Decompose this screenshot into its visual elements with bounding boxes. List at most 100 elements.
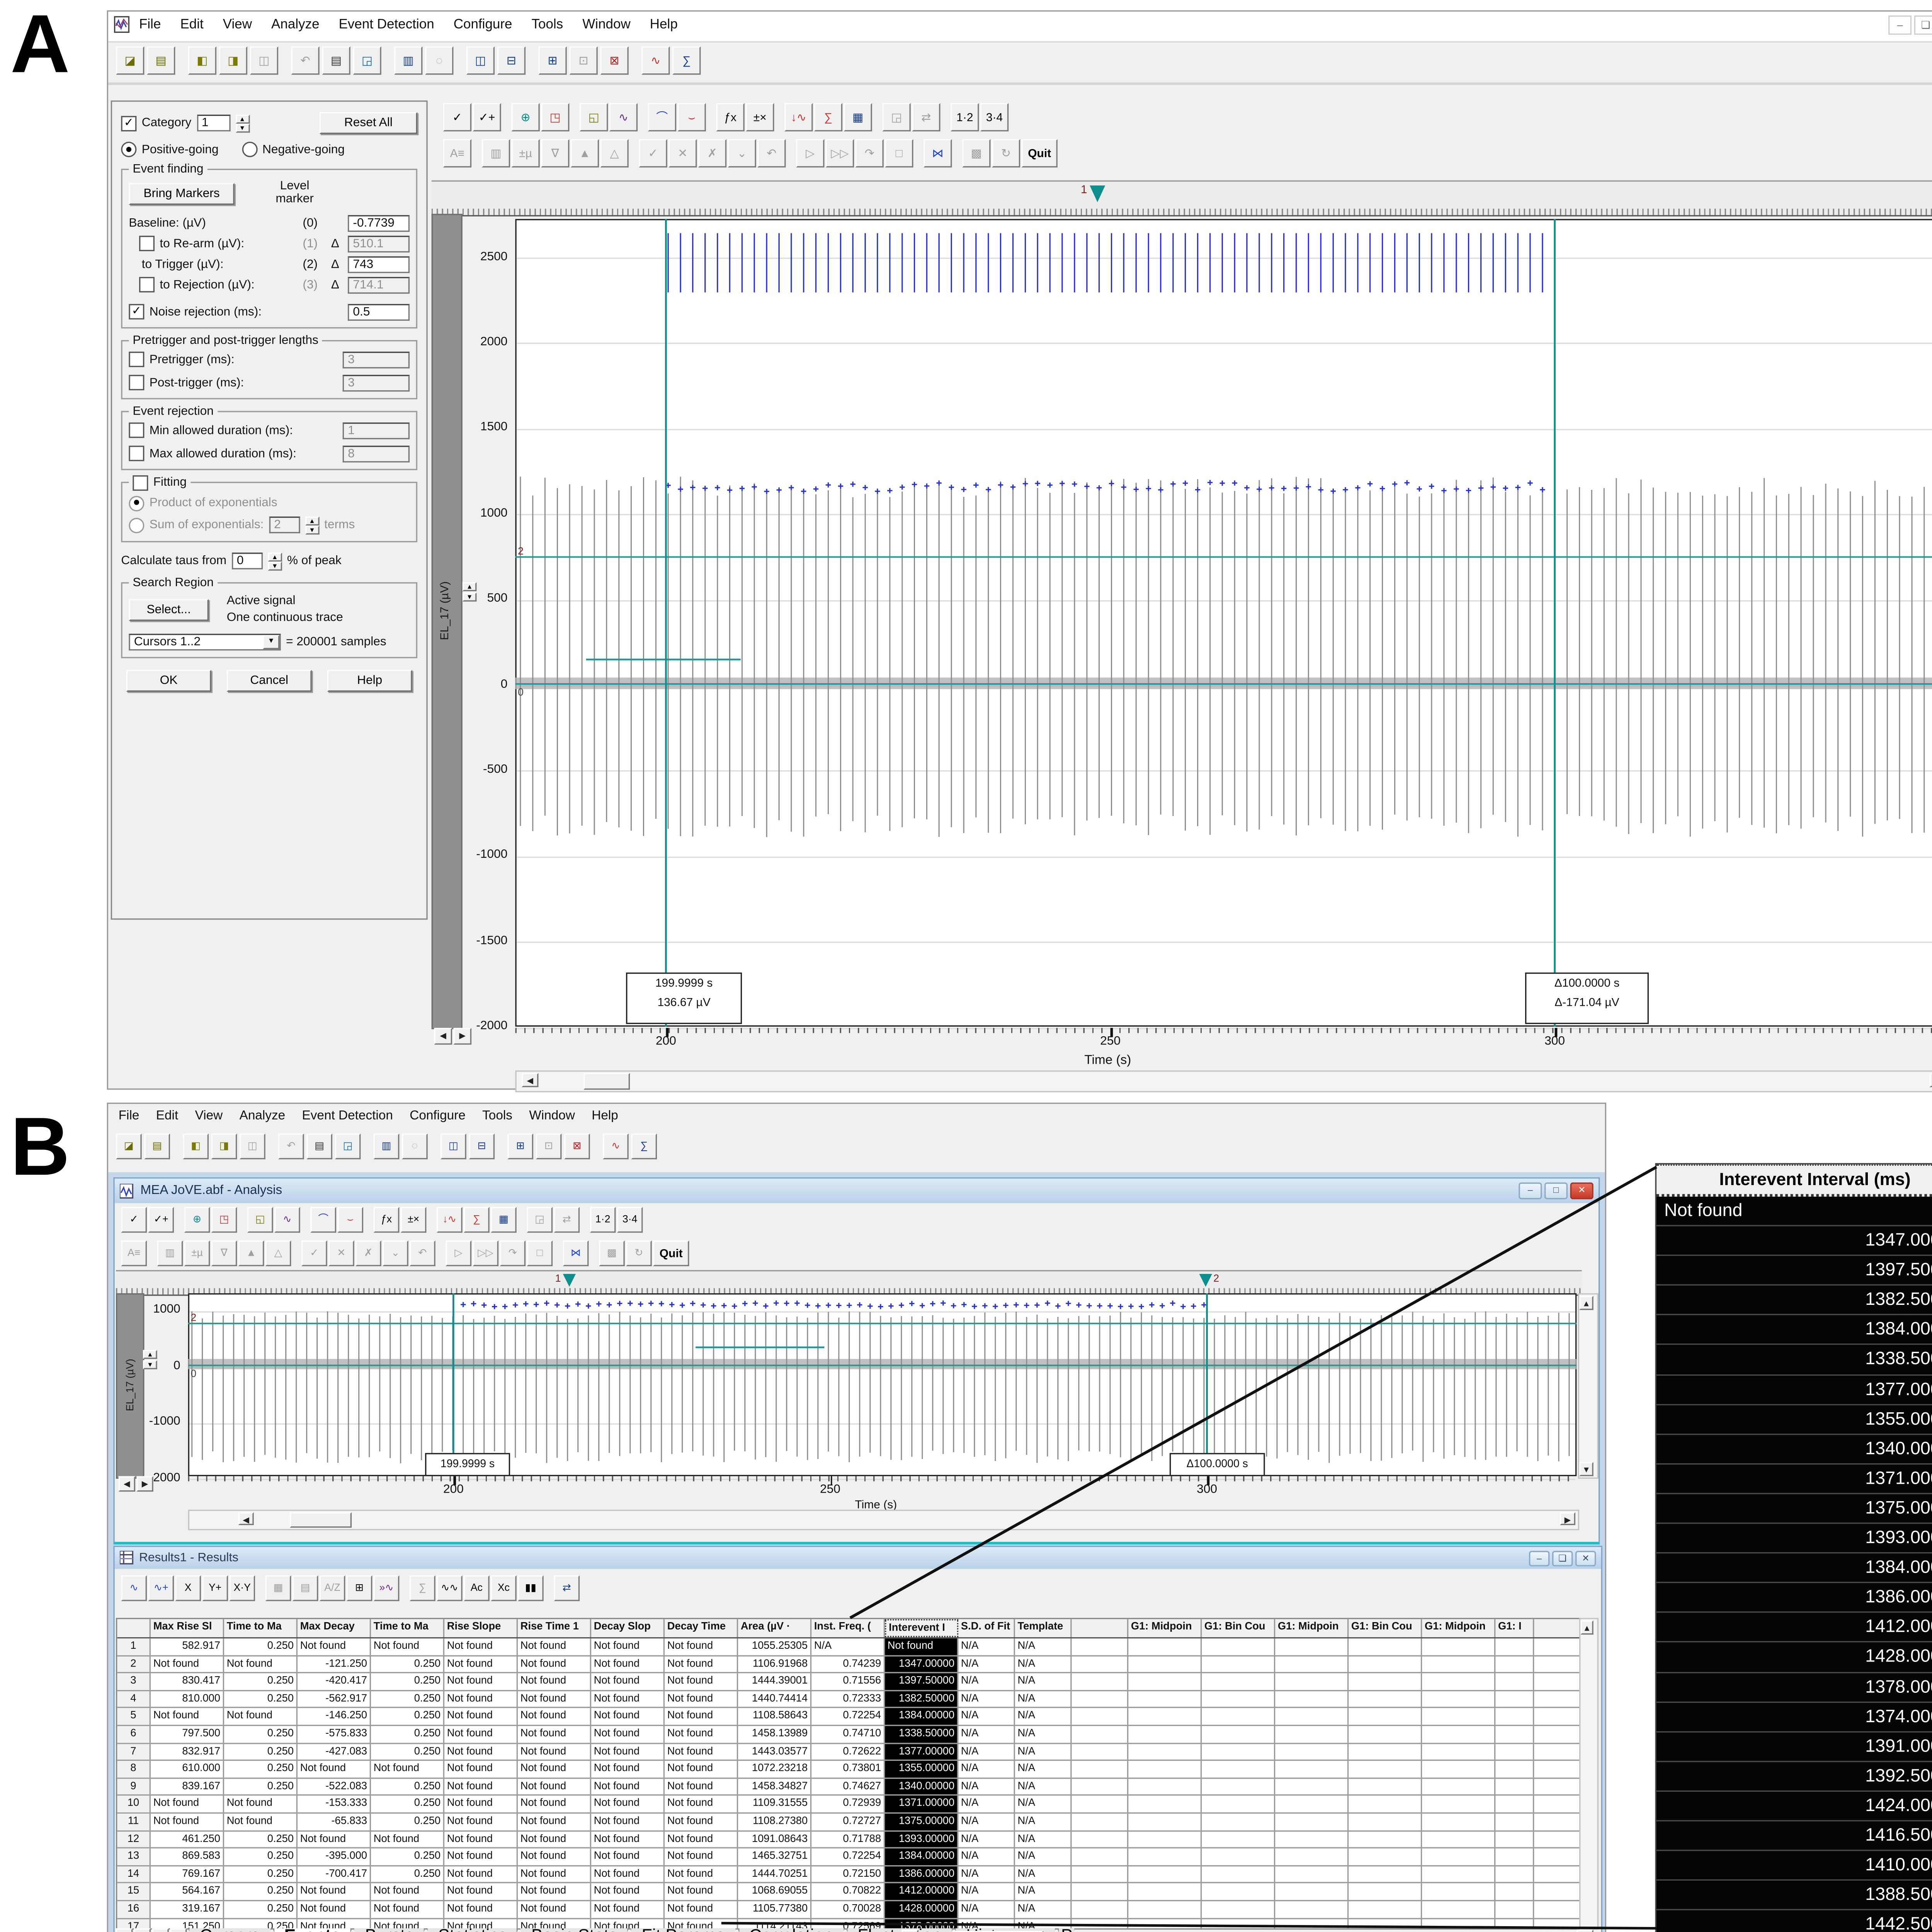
function-icon[interactable]: ƒx — [374, 1207, 400, 1233]
y-column-icon[interactable]: Y+ — [202, 1575, 228, 1601]
table-row[interactable]: 6797.5000.250-575.8330.250Not foundNot f… — [117, 1726, 1580, 1743]
scroll-up-icon[interactable]: ▲ — [1580, 1621, 1593, 1635]
lock-cursors-12-icon[interactable]: 1·2 — [951, 103, 979, 131]
restore-button[interactable]: ❏ — [1552, 1550, 1573, 1566]
close-button[interactable]: ✕ — [1570, 1182, 1594, 1199]
tile-vertical-icon[interactable]: ◫ — [440, 1134, 466, 1160]
pretrigger-checkbox[interactable] — [129, 352, 144, 367]
arithmetic-icon[interactable]: ±× — [401, 1207, 427, 1233]
results-vscrollbar[interactable]: ▲ — [1579, 1618, 1599, 1930]
menu-window[interactable]: Window — [582, 17, 631, 32]
tab-fluctuation[interactable]: Fluctuation — [846, 1928, 953, 1932]
menu-help[interactable]: Help — [650, 17, 678, 32]
crosscorrelation-icon[interactable]: Xc — [491, 1575, 517, 1601]
column-header[interactable]: Decay Slop — [591, 1619, 665, 1637]
column-header[interactable]: G1: Midpoin — [1422, 1619, 1495, 1637]
column-header[interactable]: Decay Time — [665, 1619, 738, 1637]
menu-analyze[interactable]: Analyze — [271, 17, 320, 32]
tab-cursors[interactable]: Cursors — [188, 1928, 272, 1932]
peak-view-icon[interactable]: ⌣ — [677, 103, 706, 131]
sum-events-icon[interactable]: ∑ — [464, 1207, 490, 1233]
table-row[interactable]: 1582.9170.250Not foundNot foundNot found… — [117, 1638, 1580, 1656]
column-header[interactable]: Max Decay — [298, 1619, 371, 1637]
results-window-titlebar[interactable]: Results1 - Results – ❏ ✕ — [115, 1547, 1601, 1569]
table-row[interactable]: 7832.9170.250-427.0830.250Not foundNot f… — [117, 1743, 1580, 1761]
table-row[interactable]: 2Not foundNot found-121.2500.250Not foun… — [117, 1656, 1580, 1673]
function-icon[interactable]: ƒx — [716, 103, 744, 131]
page-left-icon[interactable]: ◀ — [119, 1476, 135, 1492]
scroll-up-icon[interactable]: ▲ — [1579, 1296, 1594, 1310]
tab-p[interactable]: P — [1057, 1928, 1075, 1932]
menu-help[interactable]: Help — [592, 1109, 618, 1123]
rearrange-icon[interactable]: ⊞ — [347, 1575, 372, 1601]
scroll-right-icon[interactable]: ▶ — [1560, 1512, 1575, 1525]
quit-button[interactable]: Quit — [653, 1240, 689, 1266]
tile-vertical-icon[interactable]: ◫ — [466, 46, 495, 75]
sum-events-icon[interactable]: ∑ — [814, 103, 842, 131]
table-row[interactable]: 10Not foundNot found-153.3330.250Not fou… — [117, 1796, 1580, 1813]
category-checkbox[interactable]: ✓ — [121, 115, 136, 131]
page-left-icon[interactable]: ◀ — [434, 1028, 452, 1044]
analysis-window-titlebar[interactable]: MEA JoVE.abf - Analysis – □ ✕ — [115, 1179, 1599, 1203]
event-marks-icon[interactable]: ↓∿ — [784, 103, 813, 131]
zoom-icon[interactable]: ⊕ — [511, 103, 539, 131]
menu-analyze[interactable]: Analyze — [240, 1109, 286, 1123]
posttrigger-checkbox[interactable] — [129, 375, 144, 391]
pan-icon[interactable]: ◱ — [580, 103, 608, 131]
pan-icon[interactable]: ◱ — [247, 1207, 273, 1233]
menu-tools[interactable]: Tools — [532, 17, 563, 32]
minimize-button[interactable]: – — [1519, 1182, 1542, 1199]
trace-select-icon[interactable]: ∿ — [274, 1207, 300, 1233]
run-macro-icon[interactable]: ⊠ — [564, 1134, 590, 1160]
menu-configure[interactable]: Configure — [454, 17, 512, 32]
column-header[interactable]: G1: Midpoin — [1128, 1619, 1202, 1637]
column-header[interactable]: Inst. Freq. ( — [811, 1619, 885, 1637]
menu-event-detection[interactable]: Event Detection — [339, 17, 434, 32]
negative-going-radio[interactable] — [242, 142, 257, 157]
cursor-ruler-b[interactable]: 1 2 — [116, 1270, 1582, 1296]
accept-add-icon[interactable]: ✓+ — [148, 1207, 174, 1233]
sheet-nav-next-icon[interactable]: ▶ — [152, 1928, 168, 1932]
column-header[interactable]: Time to Ma — [224, 1619, 298, 1637]
noise-rejection-input[interactable]: 0.5 — [348, 304, 410, 320]
column-header[interactable]: Max Rise Sl — [151, 1619, 224, 1637]
plot-graph-icon[interactable]: ∿ — [121, 1575, 147, 1601]
scrollbar-thumb[interactable] — [290, 1512, 352, 1528]
print-preview-icon[interactable]: ◲ — [353, 46, 381, 75]
noise-rejection-checkbox[interactable]: ✓ — [129, 304, 144, 320]
accept-add-icon[interactable]: ✓+ — [473, 103, 501, 131]
scrollbar-thumb[interactable] — [583, 1073, 630, 1090]
column-header[interactable]: G1: Bin Cou — [1349, 1619, 1422, 1637]
column-header[interactable]: Rise Slope — [444, 1619, 518, 1637]
accept-event-icon[interactable]: ✓ — [121, 1207, 147, 1233]
quit-button[interactable]: Quit — [1022, 139, 1058, 167]
rejection-checkbox[interactable] — [139, 277, 155, 293]
spin-up-icon[interactable]: ▲ — [305, 516, 319, 525]
min-duration-checkbox[interactable] — [129, 423, 144, 439]
menu-view[interactable]: View — [223, 17, 252, 32]
fitting-checkbox[interactable] — [133, 475, 148, 491]
transfer-icon[interactable]: ▥ — [394, 46, 422, 75]
sheet-nav-prev-icon[interactable]: ◀ — [134, 1928, 151, 1932]
table-row[interactable]: 16319.1670.250Not foundNot foundNot foun… — [117, 1901, 1580, 1918]
peak-view-icon[interactable]: ⌣ — [337, 1207, 363, 1233]
reset-all-button[interactable]: Reset All — [320, 112, 417, 134]
folder-import-icon[interactable]: ◧ — [188, 46, 216, 75]
tab-fit-params[interactable]: Fit Params — [630, 1928, 736, 1932]
arithmetic-icon[interactable]: ±× — [746, 103, 774, 131]
select-button[interactable]: Select... — [129, 599, 209, 621]
column-header[interactable]: G1: Midpoin — [1275, 1619, 1349, 1637]
taus-input[interactable]: 0 — [232, 553, 263, 570]
menu-edit[interactable]: Edit — [156, 1109, 178, 1123]
xy-column-icon[interactable]: X·Y — [229, 1575, 255, 1601]
event-viewer-icon[interactable]: ∿ — [603, 1134, 629, 1160]
open-data-icon[interactable]: ◪ — [116, 1134, 142, 1160]
event-table-icon[interactable]: ▦ — [491, 1207, 517, 1233]
tab-scroll-left-icon[interactable]: ◀ — [902, 1930, 918, 1932]
lock-cursors-12-icon[interactable]: 1·2 — [590, 1207, 616, 1233]
window-list-icon[interactable]: ⊞ — [538, 46, 566, 75]
transfer-icon[interactable]: ▥ — [374, 1134, 400, 1160]
scroll-down-icon[interactable]: ▼ — [1579, 1462, 1594, 1476]
page-right-icon[interactable]: ▶ — [453, 1028, 471, 1044]
category-input[interactable]: 1 — [197, 115, 230, 131]
